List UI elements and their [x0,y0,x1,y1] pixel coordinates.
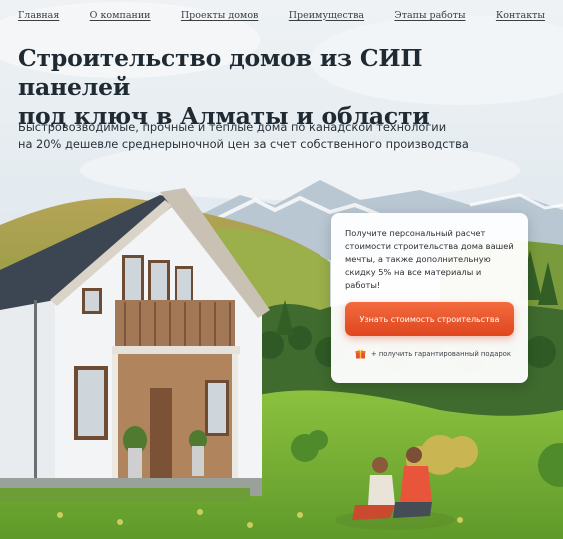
offer-card: Получите персональный расчет стоимости с… [331,213,528,383]
subtitle-line-2: на 20% дешевле среднерыночной цен за сче… [18,137,469,151]
nav-link-home[interactable]: Главная [18,10,59,21]
page-title: Строительство домов из СИП панелей под к… [18,44,538,131]
nav-link-about[interactable]: О компании [90,10,151,21]
nav-link-stages[interactable]: Этапы работы [394,10,465,21]
page-subtitle: Быстровозводимые, прочные и теплые дома … [18,119,518,153]
get-price-button[interactable]: Узнать стоимость строительства [345,302,514,336]
top-navigation: Главная О компании Проекты домов Преимущ… [0,0,563,30]
nav-link-advantages[interactable]: Преимущества [289,10,364,21]
gift-offer[interactable]: + получить гарантированный подарок [355,348,514,359]
nav-link-projects[interactable]: Проекты домов [181,10,259,21]
gift-text: + получить гарантированный подарок [371,349,511,358]
subtitle-line-1: Быстровозводимые, прочные и теплые дома … [18,120,447,134]
offer-text: Получите персональный расчет стоимости с… [345,228,514,290]
nav-link-contacts[interactable]: Контакты [496,10,545,21]
gift-icon [355,349,366,359]
page-title-line-1: Строительство домов из СИП панелей [18,44,423,101]
